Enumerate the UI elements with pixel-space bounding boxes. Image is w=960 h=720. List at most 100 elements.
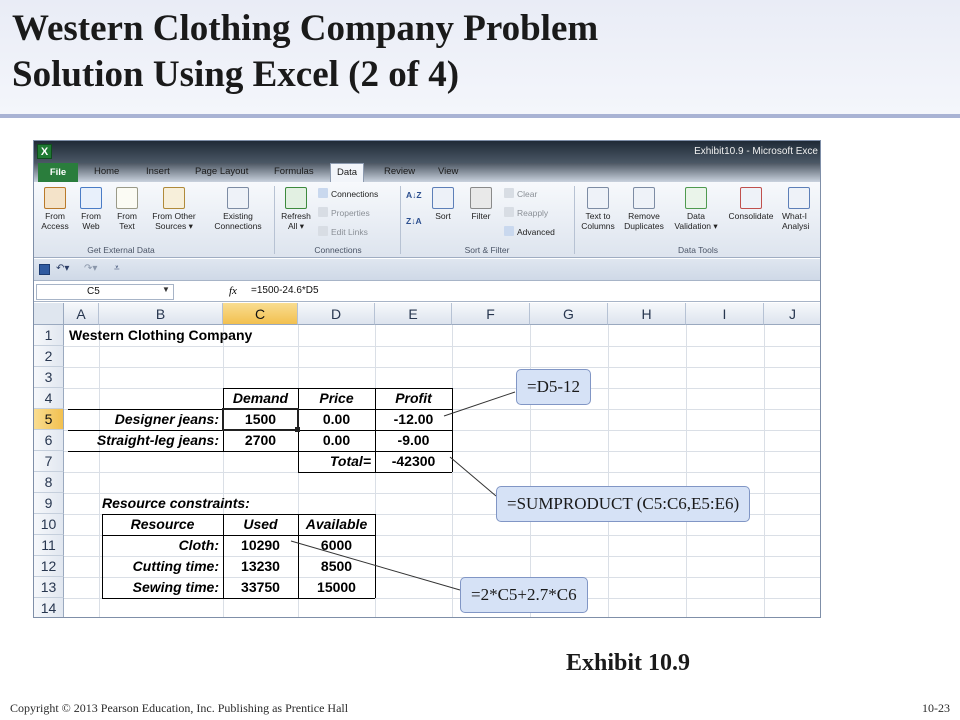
name-box[interactable]: C5 xyxy=(36,284,174,300)
from-web-button[interactable]: From Web xyxy=(74,187,108,231)
cell-c12[interactable]: 13230 xyxy=(223,556,298,577)
cell-b5-label[interactable]: Designer jeans: xyxy=(69,409,223,430)
excel-logo-icon[interactable]: X xyxy=(37,144,52,159)
cell-b6-label[interactable]: Straight-leg jeans: xyxy=(69,430,223,451)
column-header-b[interactable]: B xyxy=(99,303,223,325)
row-header-14[interactable]: 14 xyxy=(34,598,64,617)
consolidate-button[interactable]: Consolidate xyxy=(724,187,778,221)
tab-review[interactable]: Review xyxy=(384,166,415,177)
filter-button[interactable]: Filter xyxy=(466,187,496,221)
row-header-12[interactable]: 12 xyxy=(34,556,64,577)
column-header-f[interactable]: F xyxy=(452,303,530,325)
row-header-8[interactable]: 8 xyxy=(34,472,64,493)
cell-b12-label[interactable]: Cutting time: xyxy=(102,556,223,577)
refresh-all-button[interactable]: Refresh All ▾ xyxy=(278,187,314,231)
column-header-g[interactable]: G xyxy=(530,303,608,325)
tab-file[interactable]: File xyxy=(38,163,78,182)
customize-toolbar-icon[interactable]: ⩡ xyxy=(114,263,120,274)
advanced-button[interactable]: Advanced xyxy=(504,226,555,237)
tab-home[interactable]: Home xyxy=(94,166,119,177)
existing-connections-button[interactable]: Existing Connections xyxy=(206,187,270,231)
row-header-2[interactable]: 2 xyxy=(34,346,64,367)
cell-d7-total-label[interactable]: Total= xyxy=(298,451,375,472)
row-header-4[interactable]: 4 xyxy=(34,388,64,409)
gridline xyxy=(99,325,100,617)
chevron-down-icon[interactable]: ▼ xyxy=(162,285,170,294)
what-if-analysis-button[interactable]: What-I Analysi xyxy=(782,187,820,231)
spreadsheet-grid: A B C D E F G H I J 1 2 3 4 5 6 7 8 9 10… xyxy=(34,303,820,617)
consolidate-icon xyxy=(740,187,762,209)
select-all-corner[interactable] xyxy=(34,303,64,325)
cell-e5[interactable]: -12.00 xyxy=(375,409,452,430)
cell-d5[interactable]: 0.00 xyxy=(298,409,375,430)
column-header-a[interactable]: A xyxy=(64,303,99,325)
sort-descending-icon[interactable]: Z↓A xyxy=(406,216,422,226)
sort-ascending-icon[interactable]: A↓Z xyxy=(406,190,422,200)
cell-d11[interactable]: 6000 xyxy=(298,535,375,556)
tab-view[interactable]: View xyxy=(438,166,458,177)
remove-duplicates-button[interactable]: Remove Duplicates xyxy=(620,187,668,231)
reapply-button[interactable]: Reapply xyxy=(504,207,548,218)
fx-icon[interactable]: fx xyxy=(229,285,237,297)
tab-formulas[interactable]: Formulas xyxy=(274,166,314,177)
row-header-11[interactable]: 11 xyxy=(34,535,64,556)
cell-d10-header[interactable]: Available xyxy=(298,514,375,535)
cell-d6[interactable]: 0.00 xyxy=(298,430,375,451)
redo-icon[interactable]: ↷▾ xyxy=(84,263,97,274)
cell-c10-header[interactable]: Used xyxy=(223,514,298,535)
save-icon[interactable] xyxy=(39,264,50,275)
row-header-10[interactable]: 10 xyxy=(34,514,64,535)
row-header-3[interactable]: 3 xyxy=(34,367,64,388)
cell-c4-header[interactable]: Demand xyxy=(223,388,298,409)
column-header-c[interactable]: C xyxy=(223,303,298,325)
ribbon-separator xyxy=(400,186,401,254)
undo-icon[interactable]: ↶▾ xyxy=(56,263,69,274)
fill-handle[interactable] xyxy=(295,427,300,432)
row-header-13[interactable]: 13 xyxy=(34,577,64,598)
cell-b10-header[interactable]: Resource xyxy=(102,514,223,535)
text-file-icon xyxy=(116,187,138,209)
exhibit-label: Exhibit 10.9 xyxy=(566,650,691,676)
cell-b9-resource-title[interactable]: Resource constraints: xyxy=(102,493,250,514)
from-access-button[interactable]: From Access xyxy=(38,187,72,231)
from-other-sources-button[interactable]: From Other Sources ▾ xyxy=(144,187,204,231)
data-validation-button[interactable]: Data Validation ▾ xyxy=(670,187,722,231)
tab-data[interactable]: Data xyxy=(330,163,365,182)
clear-button[interactable]: Clear xyxy=(504,188,537,199)
cell-d13[interactable]: 15000 xyxy=(298,577,375,598)
from-text-button[interactable]: From Text xyxy=(110,187,144,231)
cell-c6[interactable]: 2700 xyxy=(223,430,298,451)
connections-button[interactable]: Connections xyxy=(318,188,378,199)
cell-d12[interactable]: 8500 xyxy=(298,556,375,577)
text-to-columns-button[interactable]: Text to Columns xyxy=(578,187,618,231)
formula-input[interactable]: =1500-24.6*D5 xyxy=(251,285,319,296)
column-header-e[interactable]: E xyxy=(375,303,452,325)
cell-b11-label[interactable]: Cloth: xyxy=(102,535,223,556)
active-cell-selection[interactable] xyxy=(222,408,299,431)
row-header-1[interactable]: 1 xyxy=(34,325,64,346)
cell-e6[interactable]: -9.00 xyxy=(375,430,452,451)
sort-button[interactable]: Sort xyxy=(428,187,458,221)
cell-b13-label[interactable]: Sewing time: xyxy=(102,577,223,598)
row-header-7[interactable]: 7 xyxy=(34,451,64,472)
edit-links-button[interactable]: Edit Links xyxy=(318,226,368,237)
column-header-h[interactable]: H xyxy=(608,303,686,325)
cell-c11[interactable]: 10290 xyxy=(223,535,298,556)
column-header-j[interactable]: J xyxy=(764,303,820,325)
cell-d4-header[interactable]: Price xyxy=(298,388,375,409)
title-divider xyxy=(0,114,960,118)
column-header-d[interactable]: D xyxy=(298,303,375,325)
properties-button[interactable]: Properties xyxy=(318,207,370,218)
cell-e4-header[interactable]: Profit xyxy=(375,388,452,409)
row-header-9[interactable]: 9 xyxy=(34,493,64,514)
row-header-5[interactable]: 5 xyxy=(34,409,64,430)
cell-e7-total[interactable]: -42300 xyxy=(375,451,452,472)
column-header-i[interactable]: I xyxy=(686,303,764,325)
tab-page-layout[interactable]: Page Layout xyxy=(195,166,248,177)
group-label-data-tools: Data Tools xyxy=(677,245,718,255)
cell-a1-company-title[interactable]: Western Clothing Company xyxy=(69,325,252,346)
tab-insert[interactable]: Insert xyxy=(146,166,170,177)
copyright-text: Copyright © 2013 Pearson Education, Inc.… xyxy=(10,701,349,715)
cell-c13[interactable]: 33750 xyxy=(223,577,298,598)
row-header-6[interactable]: 6 xyxy=(34,430,64,451)
